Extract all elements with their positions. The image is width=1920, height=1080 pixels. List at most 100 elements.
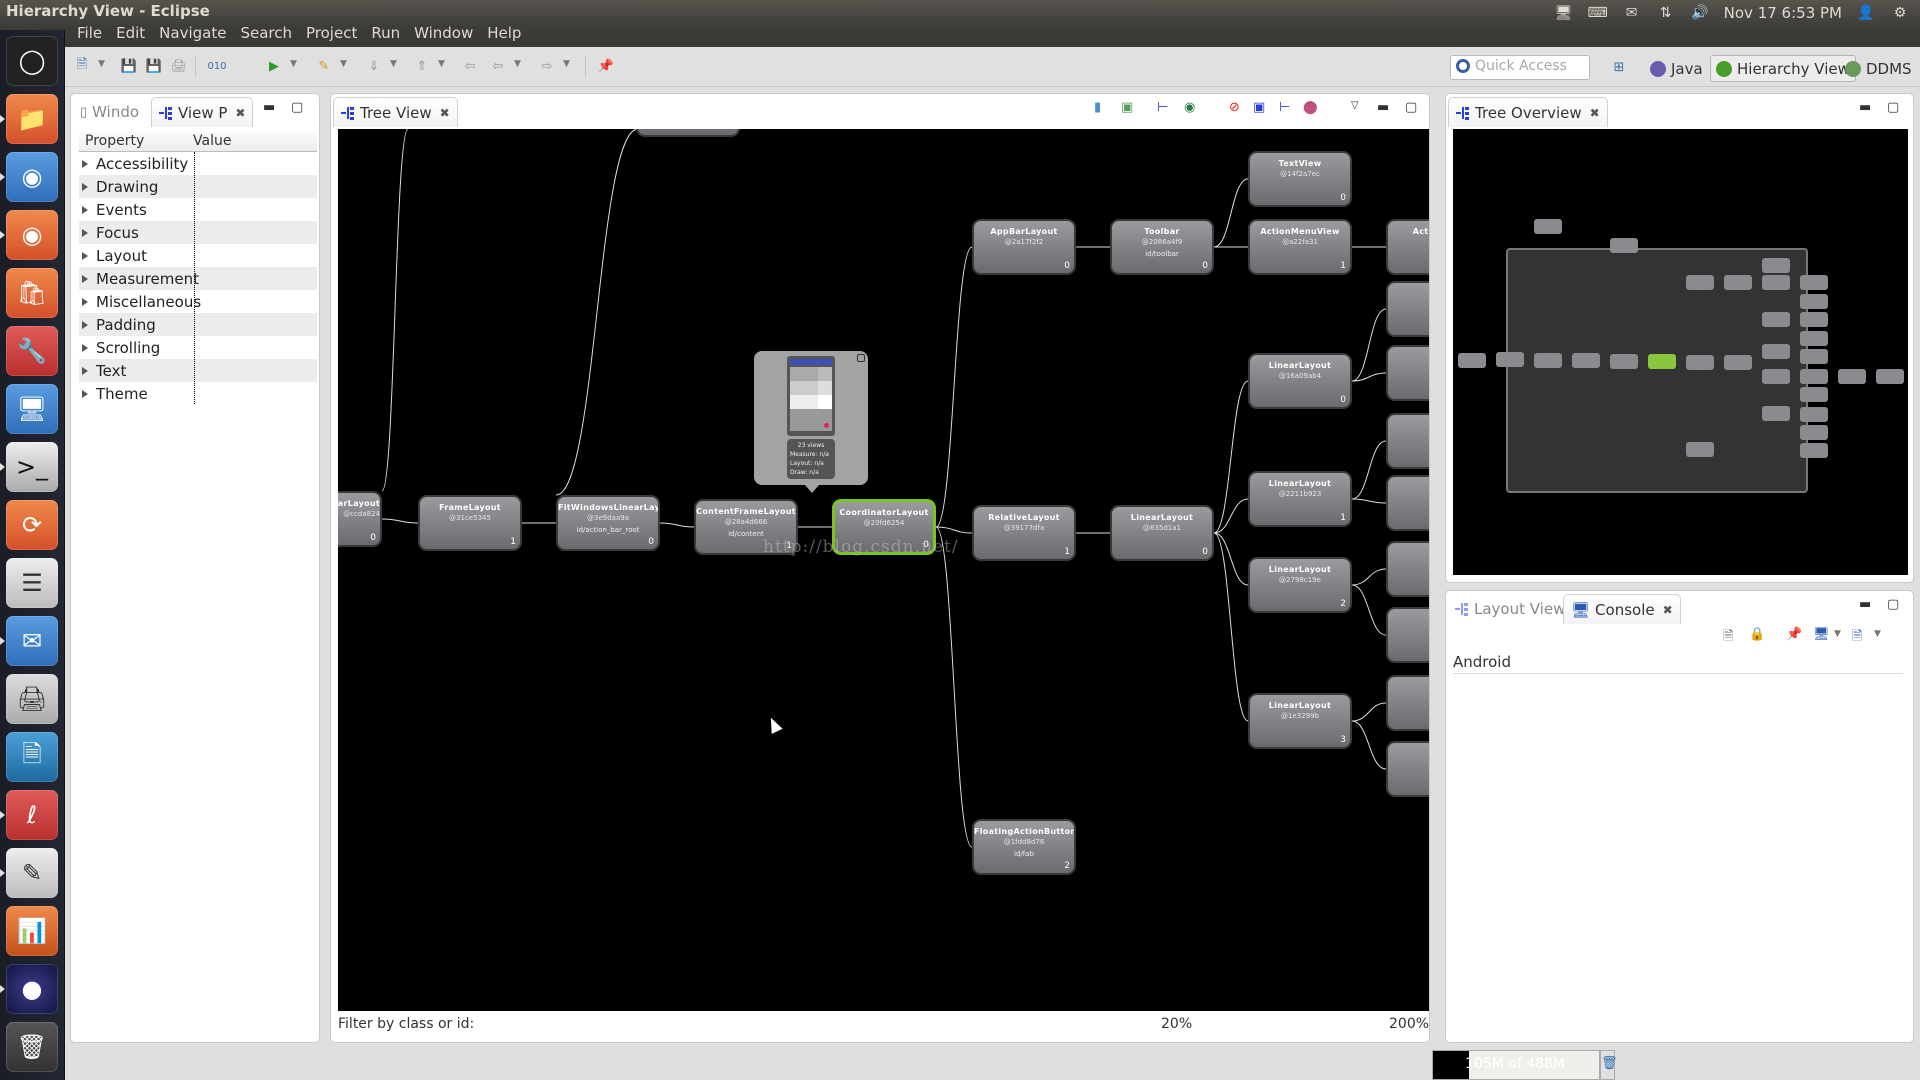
invalidate-icon[interactable]: ⊘	[1229, 100, 1240, 115]
print-icon[interactable]: 🖨	[170, 57, 188, 75]
menu-file[interactable]: File	[70, 24, 109, 46]
maximize-icon[interactable]: ▢	[291, 100, 303, 115]
menu-search[interactable]: Search	[233, 24, 299, 46]
minimize-icon[interactable]: ▬	[263, 100, 275, 115]
menu-project[interactable]: Project	[299, 24, 364, 46]
keyboard-icon[interactable]: ⌨	[1588, 5, 1608, 21]
expand-arrow-icon[interactable]	[82, 320, 88, 329]
run-dropdown-icon[interactable]: ▼	[290, 59, 297, 69]
next-annotation-dropdown-icon[interactable]: ▼	[390, 59, 397, 69]
network-icon[interactable]: 🖥	[1554, 5, 1574, 21]
external-tools-dropdown-icon[interactable]: ▼	[340, 59, 347, 69]
tree-node-partial[interactable]	[1386, 541, 1429, 597]
new-icon[interactable]: 🗎	[73, 57, 91, 75]
perspective-java[interactable]: Java	[1645, 55, 1708, 82]
volume-icon[interactable]: 🔊	[1690, 5, 1710, 21]
property-row[interactable]: Events	[79, 198, 317, 221]
tree-node-ear-layout[interactable]: earLayout @ccda824 0	[338, 491, 382, 547]
menu-run[interactable]: Run	[364, 24, 407, 46]
minimize-icon[interactable]: ▬	[1859, 597, 1871, 612]
tree-node-partial[interactable]	[1386, 607, 1429, 663]
save-all-icon[interactable]: 💾	[145, 57, 163, 75]
open-console-icon[interactable]: 🗎	[1852, 627, 1862, 649]
prev-annotation-dropdown-icon[interactable]: ▼	[438, 59, 445, 69]
pin-icon[interactable]	[857, 354, 865, 362]
tab-view-properties[interactable]: View P ✖	[151, 97, 254, 127]
expand-arrow-icon[interactable]	[82, 251, 88, 260]
property-row[interactable]: Scrolling	[79, 336, 317, 359]
maximize-icon[interactable]: ▢	[1887, 100, 1899, 115]
view-menu-icon[interactable]: ▽	[1351, 100, 1359, 111]
property-row[interactable]: Accessibility	[79, 152, 317, 175]
property-row[interactable]: Measurement	[79, 267, 317, 290]
filter-label[interactable]: Filter by class or id:	[338, 1016, 474, 1032]
clock[interactable]: Nov 17 6:53 PM	[1724, 4, 1842, 22]
software-center-icon[interactable]: 🛍	[6, 268, 58, 318]
tree-node-app-bar-layout[interactable]: AppBarLayout @2a17f2f2 0	[972, 219, 1076, 275]
power-icon[interactable]: ⚙	[1890, 5, 1910, 21]
ubuntu-dash-icon[interactable]: ◯	[6, 36, 58, 86]
tree-node-partial[interactable]	[1386, 413, 1429, 469]
display-view-icon[interactable]: ◉	[1184, 100, 1195, 115]
profile-nodes-icon[interactable]: ⬤	[1303, 100, 1318, 115]
tree-node-text-view[interactable]: TextView @14f2a7ec 0	[1248, 151, 1352, 207]
tree-node-linear-layout[interactable]: LinearLayout @835d1a1 0	[1110, 505, 1214, 561]
firefox-icon[interactable]: ◉	[6, 210, 58, 260]
perspective-ddms[interactable]: DDMS	[1840, 55, 1917, 82]
tree-node-linear-layout[interactable]: LinearLayout @2211b923 1	[1248, 471, 1352, 527]
back-icon[interactable]: ⇦	[489, 57, 507, 75]
request-layout-icon[interactable]: ▣	[1253, 100, 1265, 115]
heap-status[interactable]: 105M of 488M	[1432, 1050, 1600, 1080]
property-row[interactable]: Layout	[79, 244, 317, 267]
tree-node-linear-layout[interactable]: LinearLayout @1e3299b 3	[1248, 693, 1352, 749]
files-icon[interactable]: 📁	[6, 94, 58, 144]
perspective-hierarchy-view[interactable]: Hierarchy View	[1710, 55, 1856, 82]
maximize-icon[interactable]: ▢	[1405, 100, 1417, 115]
property-row[interactable]: Miscellaneous	[79, 290, 317, 313]
open-perspective-icon[interactable]: ⊞	[1610, 58, 1628, 76]
user-icon[interactable]: 👤	[1856, 5, 1876, 21]
external-tools-icon[interactable]: ✎	[315, 57, 333, 75]
expand-arrow-icon[interactable]	[82, 366, 88, 375]
tree-node-floating-action-button[interactable]: FloatingActionButton @1fdd8d76 id/fab 2	[972, 819, 1076, 875]
dump-display-list-icon[interactable]: ⊢	[1279, 100, 1290, 115]
expand-arrow-icon[interactable]	[82, 205, 88, 214]
expand-arrow-icon[interactable]	[82, 182, 88, 191]
libreoffice-writer-icon[interactable]: 🗎	[6, 732, 58, 782]
garbage-collect-icon[interactable]: 🗑	[1600, 1050, 1618, 1080]
close-icon[interactable]: ✖	[1590, 106, 1600, 120]
expand-arrow-icon[interactable]	[82, 228, 88, 237]
clear-console-icon[interactable]: 🗎	[1723, 627, 1733, 649]
new-dropdown-icon[interactable]: ▼	[98, 59, 105, 69]
trash-icon[interactable]: 🗑	[6, 1022, 58, 1072]
tree-node-partial[interactable]	[1386, 345, 1429, 401]
remote-desktop-icon[interactable]: 🖥	[6, 384, 58, 434]
minimize-icon[interactable]: ▬	[1377, 100, 1389, 115]
property-row[interactable]: Drawing	[79, 175, 317, 198]
eclipse-icon[interactable]: ●	[6, 964, 58, 1014]
run-icon[interactable]: ▶	[265, 57, 283, 75]
tree-node-partial[interactable]	[1386, 475, 1429, 531]
tree-node-action-men[interactable]: ActionMen	[1386, 219, 1429, 275]
pin-console-icon[interactable]: 📌	[1786, 627, 1802, 642]
menu-edit[interactable]: Edit	[109, 24, 152, 46]
pin-editor-icon[interactable]: 📌	[597, 57, 615, 75]
column-header-value[interactable]: Value	[187, 132, 237, 151]
menu-help[interactable]: Help	[480, 24, 528, 46]
tree-node-action-menu-view[interactable]: ActionMenuView @a22fa31 1	[1248, 219, 1352, 275]
tab-windows[interactable]: ▯ Windo	[73, 97, 146, 127]
expand-arrow-icon[interactable]	[82, 159, 88, 168]
capture-layers-icon[interactable]: ▣	[1121, 100, 1133, 115]
scanner-icon[interactable]: 🖨	[6, 674, 58, 724]
column-divider[interactable]	[194, 152, 195, 404]
scroll-lock-icon[interactable]: 🔒	[1749, 627, 1765, 642]
property-row[interactable]: Focus	[79, 221, 317, 244]
tree-node-linear-layout[interactable]: LinearLayout @16a09ab4 0	[1248, 353, 1352, 409]
load-hierarchy-icon[interactable]: ⊢	[1157, 100, 1168, 115]
column-header-property[interactable]: Property	[79, 132, 187, 151]
thunderbird-icon[interactable]: ✉	[6, 616, 58, 666]
tree-node-partial[interactable]	[1386, 675, 1429, 731]
expand-arrow-icon[interactable]	[82, 389, 88, 398]
tab-layout-view[interactable]: Layout View	[1448, 594, 1572, 624]
system-settings-icon[interactable]: 🔧	[6, 326, 58, 376]
